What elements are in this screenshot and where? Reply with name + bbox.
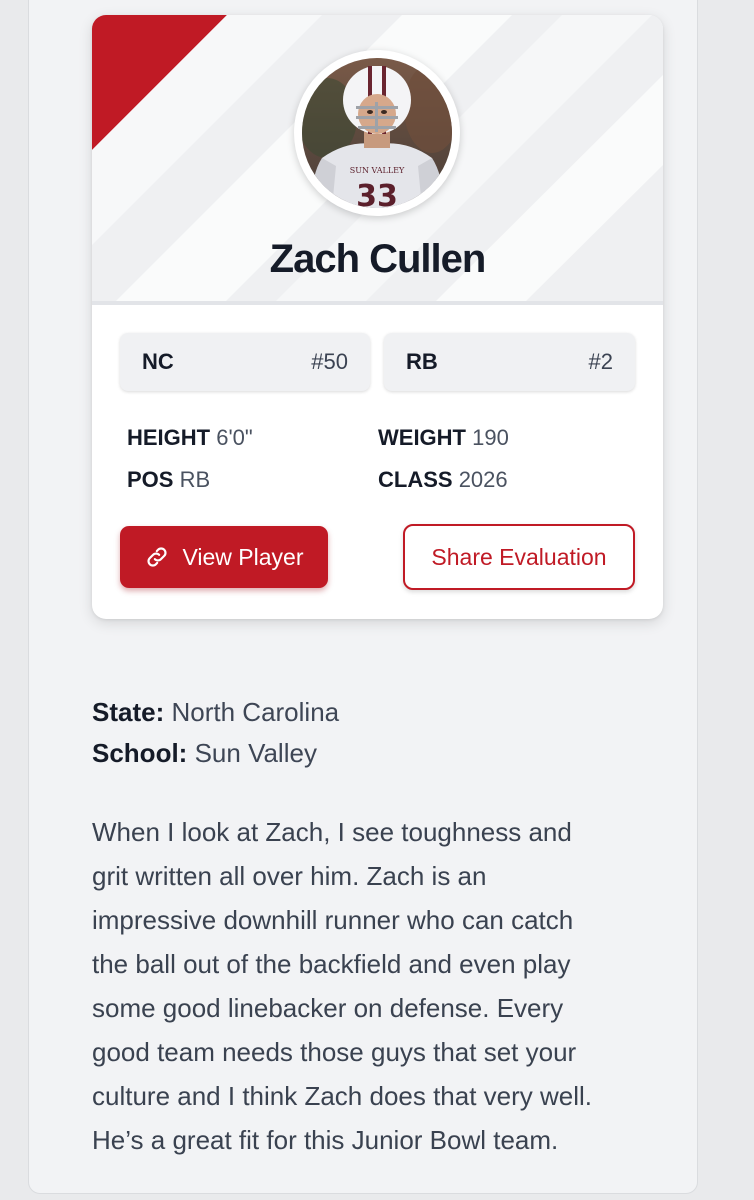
evaluation-line: culture and I think Zach does that very … <box>92 1081 593 1111</box>
header-divider <box>92 301 663 305</box>
detail-school-label: School: <box>92 738 188 768</box>
stat-weight-label: WEIGHT <box>378 425 466 450</box>
position-badge-label: RB <box>406 349 438 374</box>
evaluation-line: When I look at Zach, I see toughness and <box>92 817 572 847</box>
state-badge-label: NC <box>142 349 174 374</box>
svg-text:SUN VALLEY: SUN VALLEY <box>350 166 405 175</box>
evaluation-line: impressive downhill runner who can catch <box>92 905 574 935</box>
stat-class-value: 2026 <box>458 467 508 492</box>
stat-pos-value: RB <box>179 467 211 492</box>
stat-height: HEIGHT 6'0" <box>127 425 253 451</box>
detail-state-value: North Carolina <box>171 697 340 727</box>
evaluation-line: some good linebacker on defense. Every <box>92 993 564 1023</box>
position-rank-badge: RB #2 <box>384 333 635 391</box>
stat-weight: WEIGHT 190 <box>378 425 509 451</box>
evaluation-line: good team needs those guys that set your <box>92 1037 577 1067</box>
stat-class-label: CLASS <box>378 467 453 492</box>
stat-pos-label: POS <box>127 467 174 492</box>
state-badge-rank: #50 <box>311 349 348 374</box>
state-rank-badge: NC #50 <box>120 333 370 391</box>
player-name: Zach Cullen <box>269 237 487 281</box>
link-icon <box>144 544 170 570</box>
evaluation-line: grit written all over him. Zach is an <box>92 861 487 891</box>
stat-height-label: HEIGHT <box>127 425 211 450</box>
position-badge-rank: #2 <box>588 349 613 374</box>
view-player-label: View Player <box>182 543 304 570</box>
view-player-button[interactable]: View Player <box>120 526 328 588</box>
stat-weight-value: 190 <box>472 425 509 450</box>
player-card: 33 SUN VALLEY Zach Cullen NC #50 RB #2 H… <box>92 15 663 619</box>
share-evaluation-label: Share Evaluation <box>431 543 607 570</box>
share-evaluation-button[interactable]: Share Evaluation <box>403 524 635 590</box>
stat-class: CLASS 2026 <box>378 467 508 493</box>
svg-text:33: 33 <box>356 179 398 208</box>
evaluation-line: He’s a great fit for this Junior Bowl te… <box>92 1125 559 1155</box>
detail-school-value: Sun Valley <box>194 738 317 768</box>
evaluation-text: When I look at Zach, I see toughness and… <box>92 810 652 1162</box>
evaluation-line: the ball out of the backfield and even p… <box>92 949 571 979</box>
detail-school: School: Sun Valley <box>92 738 317 769</box>
avatar-frame: 33 SUN VALLEY <box>294 50 460 216</box>
player-card-header: 33 SUN VALLEY Zach Cullen <box>92 15 663 305</box>
detail-state-label: State: <box>92 697 165 727</box>
stat-height-value: 6'0" <box>216 425 253 450</box>
stat-pos: POS RB <box>127 467 210 493</box>
player-avatar: 33 SUN VALLEY <box>302 58 452 208</box>
detail-state: State: North Carolina <box>92 697 339 728</box>
